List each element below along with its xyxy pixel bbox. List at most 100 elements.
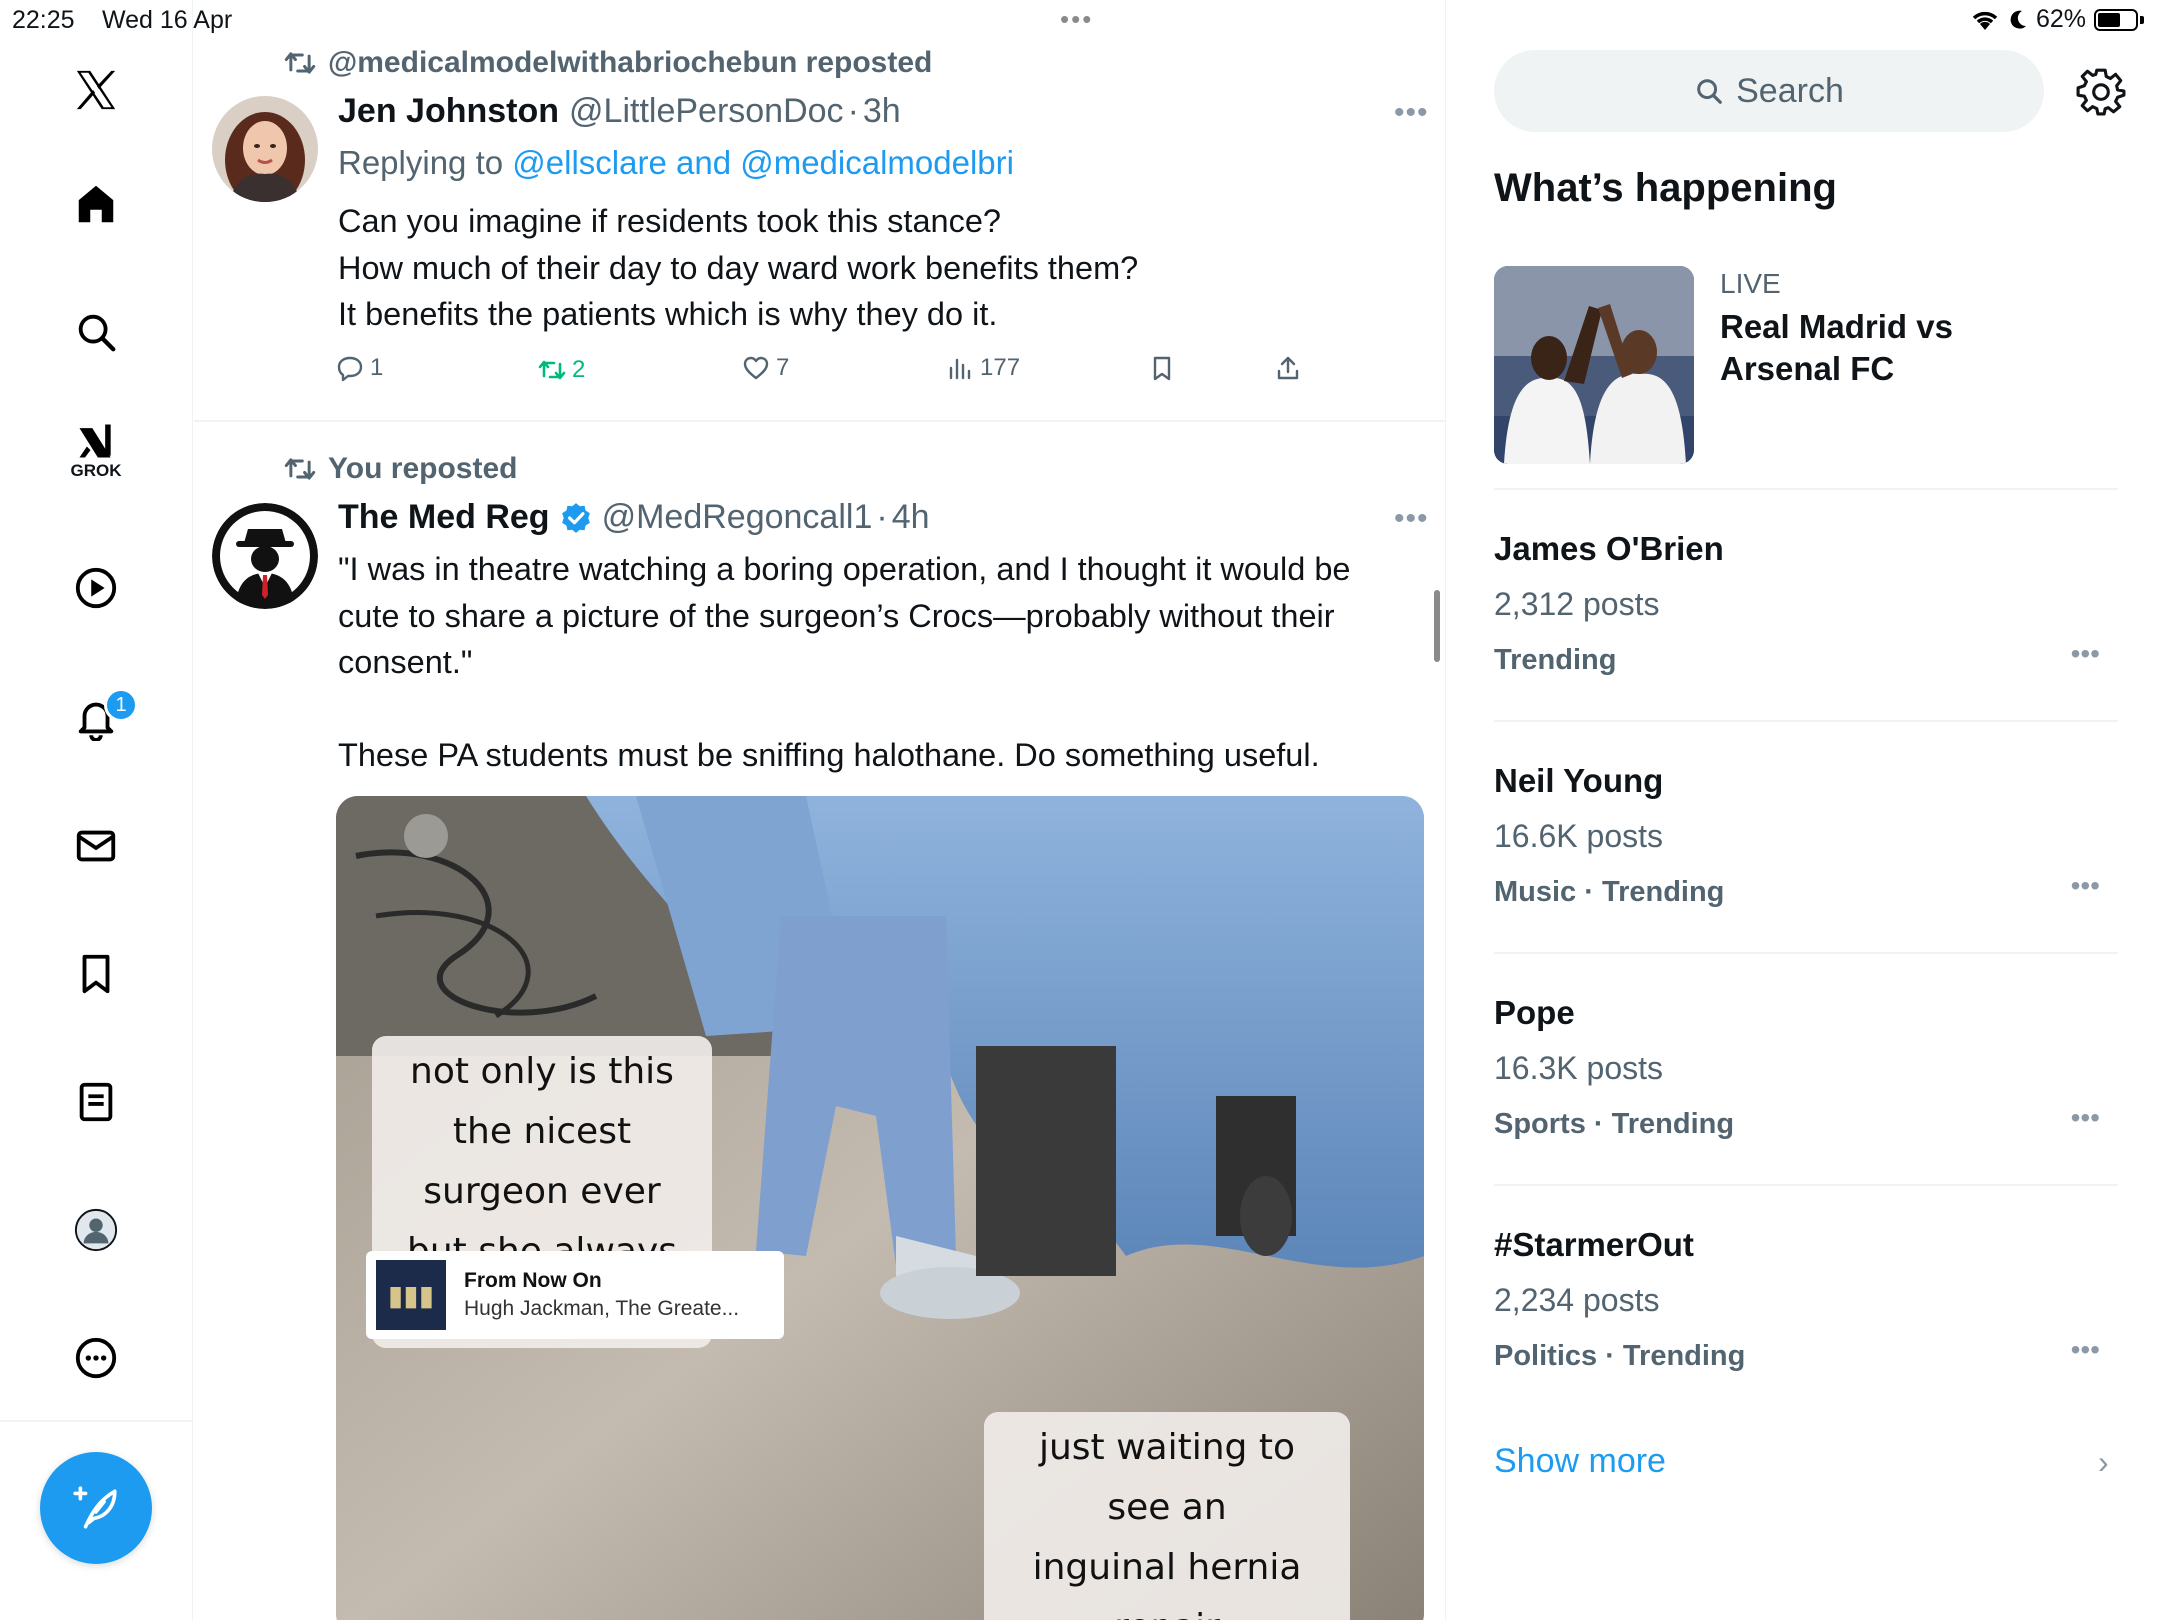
- verified-badge-icon: [561, 502, 590, 533]
- album-art-icon: ▮▮▮: [376, 1260, 446, 1330]
- like-count: 7: [776, 354, 790, 381]
- trend-more-icon[interactable]: •••: [2071, 1102, 2100, 1134]
- post-more-icon[interactable]: •••: [1394, 96, 1429, 130]
- compose-post-button[interactable]: [40, 1452, 152, 1564]
- post-time[interactable]: 3h: [863, 92, 901, 131]
- trend-context: Trending: [1494, 644, 1617, 676]
- views-button[interactable]: 177: [946, 354, 1020, 382]
- replying-prefix: Replying to: [338, 144, 504, 181]
- music-title: From Now On: [464, 1269, 602, 1292]
- trend-post-count: 16.6K posts: [1494, 818, 1663, 854]
- chevron-right-icon[interactable]: ›: [2098, 1444, 2109, 1481]
- messages-envelope-icon[interactable]: [56, 806, 136, 886]
- reply-count: 1: [370, 354, 384, 381]
- trend-context: Sports · Trending: [1494, 1108, 1735, 1140]
- repost-attribution-text: You reposted: [328, 452, 518, 485]
- author-handle[interactable]: @LittlePersonDoc: [569, 92, 844, 131]
- nav-divider: [0, 1420, 193, 1422]
- trend-item[interactable]: Pope 16.3K posts Sports · Trending •••: [1494, 994, 2118, 1194]
- post-media-image[interactable]: not only is this the nicest surgeon ever…: [336, 796, 1424, 1620]
- author-avatar[interactable]: [212, 503, 318, 609]
- sidebar-divider: [1494, 488, 2118, 490]
- repost-icon: [284, 52, 316, 74]
- trend-item[interactable]: #StarmerOut 2,234 posts Politics · Trend…: [1494, 1226, 2118, 1426]
- repost-attribution-text: @medicalmodelwithabriochebun reposted: [328, 46, 933, 79]
- author-handle[interactable]: @MedRegoncall1: [602, 498, 873, 537]
- repost-button[interactable]: 2: [538, 356, 585, 384]
- show-more-link[interactable]: Show more: [1494, 1442, 1666, 1481]
- right-sidebar: Search What’s happening LIVE Real Madrid…: [1446, 0, 2160, 1620]
- trend-more-icon[interactable]: •••: [2071, 1334, 2100, 1366]
- trend-title: #StarmerOut: [1494, 1226, 1694, 1263]
- lists-document-icon[interactable]: [56, 1062, 136, 1142]
- post-header: Jen Johnston @LittlePersonDoc · 3h: [338, 92, 901, 131]
- post-text: Can you imagine if residents took this s…: [338, 203, 1139, 332]
- bookmarks-icon[interactable]: [56, 934, 136, 1014]
- views-chart-icon: [949, 358, 971, 380]
- left-nav: GROK 1: [0, 0, 193, 1620]
- live-event-thumbnail[interactable]: [1494, 266, 1694, 464]
- trend-post-count: 2,234 posts: [1494, 1282, 1660, 1318]
- trend-post-count: 16.3K posts: [1494, 1050, 1663, 1086]
- repost-attribution[interactable]: @medicalmodelwithabriochebun reposted: [284, 46, 932, 80]
- repost-icon: [284, 458, 316, 480]
- x-logo-svg: [76, 70, 116, 110]
- explore-search-icon[interactable]: [56, 292, 136, 372]
- compose-feather-icon: [73, 1486, 117, 1529]
- post-header: The Med Reg @MedRegoncall1 · 4h: [338, 498, 930, 537]
- music-sticker: ▮▮▮ From Now On Hugh Jackman, The Greate…: [366, 1251, 784, 1339]
- sidebar-divider: [1494, 1184, 2118, 1186]
- trend-title: Neil Young: [1494, 762, 1664, 799]
- notifications-bell-icon[interactable]: 1: [56, 678, 138, 758]
- search-icon: [1697, 79, 1722, 104]
- like-button[interactable]: 7: [742, 354, 789, 382]
- trend-title: Pope: [1494, 994, 1575, 1031]
- notifications-badge: 1: [104, 688, 138, 722]
- live-label: LIVE: [1720, 268, 1781, 299]
- reply-icon: [337, 356, 363, 382]
- separator-dot: ·: [876, 498, 888, 536]
- author-name[interactable]: The Med Reg: [338, 498, 550, 537]
- home-icon[interactable]: [56, 164, 136, 244]
- post-text: "I was in theatre watching a boring oper…: [338, 551, 1351, 773]
- trend-context: Politics · Trending: [1494, 1340, 1746, 1372]
- views-count: 177: [980, 354, 1021, 381]
- grok-label: GROK: [70, 461, 122, 480]
- author-avatar[interactable]: [212, 96, 318, 202]
- post-more-icon[interactable]: •••: [1394, 502, 1429, 536]
- sidebar-divider: [1494, 952, 2118, 954]
- grok-icon[interactable]: GROK: [56, 410, 136, 490]
- replying-to-link[interactable]: @ellsclare and @medicalmodelbri: [512, 144, 1014, 181]
- trend-context: Music · Trending: [1494, 876, 1725, 908]
- whats-happening-title: What’s happening: [1494, 166, 1837, 210]
- author-name[interactable]: Jen Johnston: [338, 92, 559, 131]
- scrollbar-thumb[interactable]: [1434, 590, 1440, 662]
- bookmark-button[interactable]: [1148, 354, 1176, 382]
- music-info: From Now On Hugh Jackman, The Greate...: [464, 1269, 739, 1321]
- search-input[interactable]: Search: [1494, 50, 2044, 132]
- post-divider: [194, 420, 1445, 422]
- replying-to: Replying to @ellsclare and @medicalmodel…: [338, 144, 1014, 182]
- profile-avatar-icon[interactable]: [56, 1190, 136, 1270]
- trend-more-icon[interactable]: •••: [2071, 870, 2100, 902]
- reply-button[interactable]: 1: [336, 354, 383, 382]
- trend-item[interactable]: Neil Young 16.6K posts Music · Trending …: [1494, 762, 2118, 962]
- post-time[interactable]: 4h: [892, 498, 930, 537]
- settings-gear-icon[interactable]: [2076, 66, 2126, 116]
- sidebar-divider: [1494, 720, 2118, 722]
- separator-dot: ·: [847, 92, 859, 130]
- trend-more-icon[interactable]: •••: [2071, 638, 2100, 670]
- share-button[interactable]: [1274, 354, 1302, 382]
- trend-title: James O'Brien: [1494, 530, 1724, 567]
- repost-count: 2: [572, 356, 586, 383]
- repost-attribution[interactable]: You reposted: [284, 452, 517, 486]
- search-placeholder: Search: [1736, 71, 1844, 110]
- trend-item[interactable]: James O'Brien 2,312 posts Trending •••: [1494, 530, 2118, 730]
- repost-action-icon: [538, 360, 566, 380]
- x-logo-icon[interactable]: [56, 50, 136, 130]
- timeline-feed[interactable]: @medicalmodelwithabriochebun reposted Je…: [194, 0, 1446, 1620]
- more-options-icon[interactable]: [56, 1318, 136, 1398]
- share-icon: [1277, 356, 1299, 380]
- live-event-title[interactable]: Real Madrid vs Arsenal FC: [1720, 306, 2020, 390]
- video-play-icon[interactable]: [56, 548, 136, 628]
